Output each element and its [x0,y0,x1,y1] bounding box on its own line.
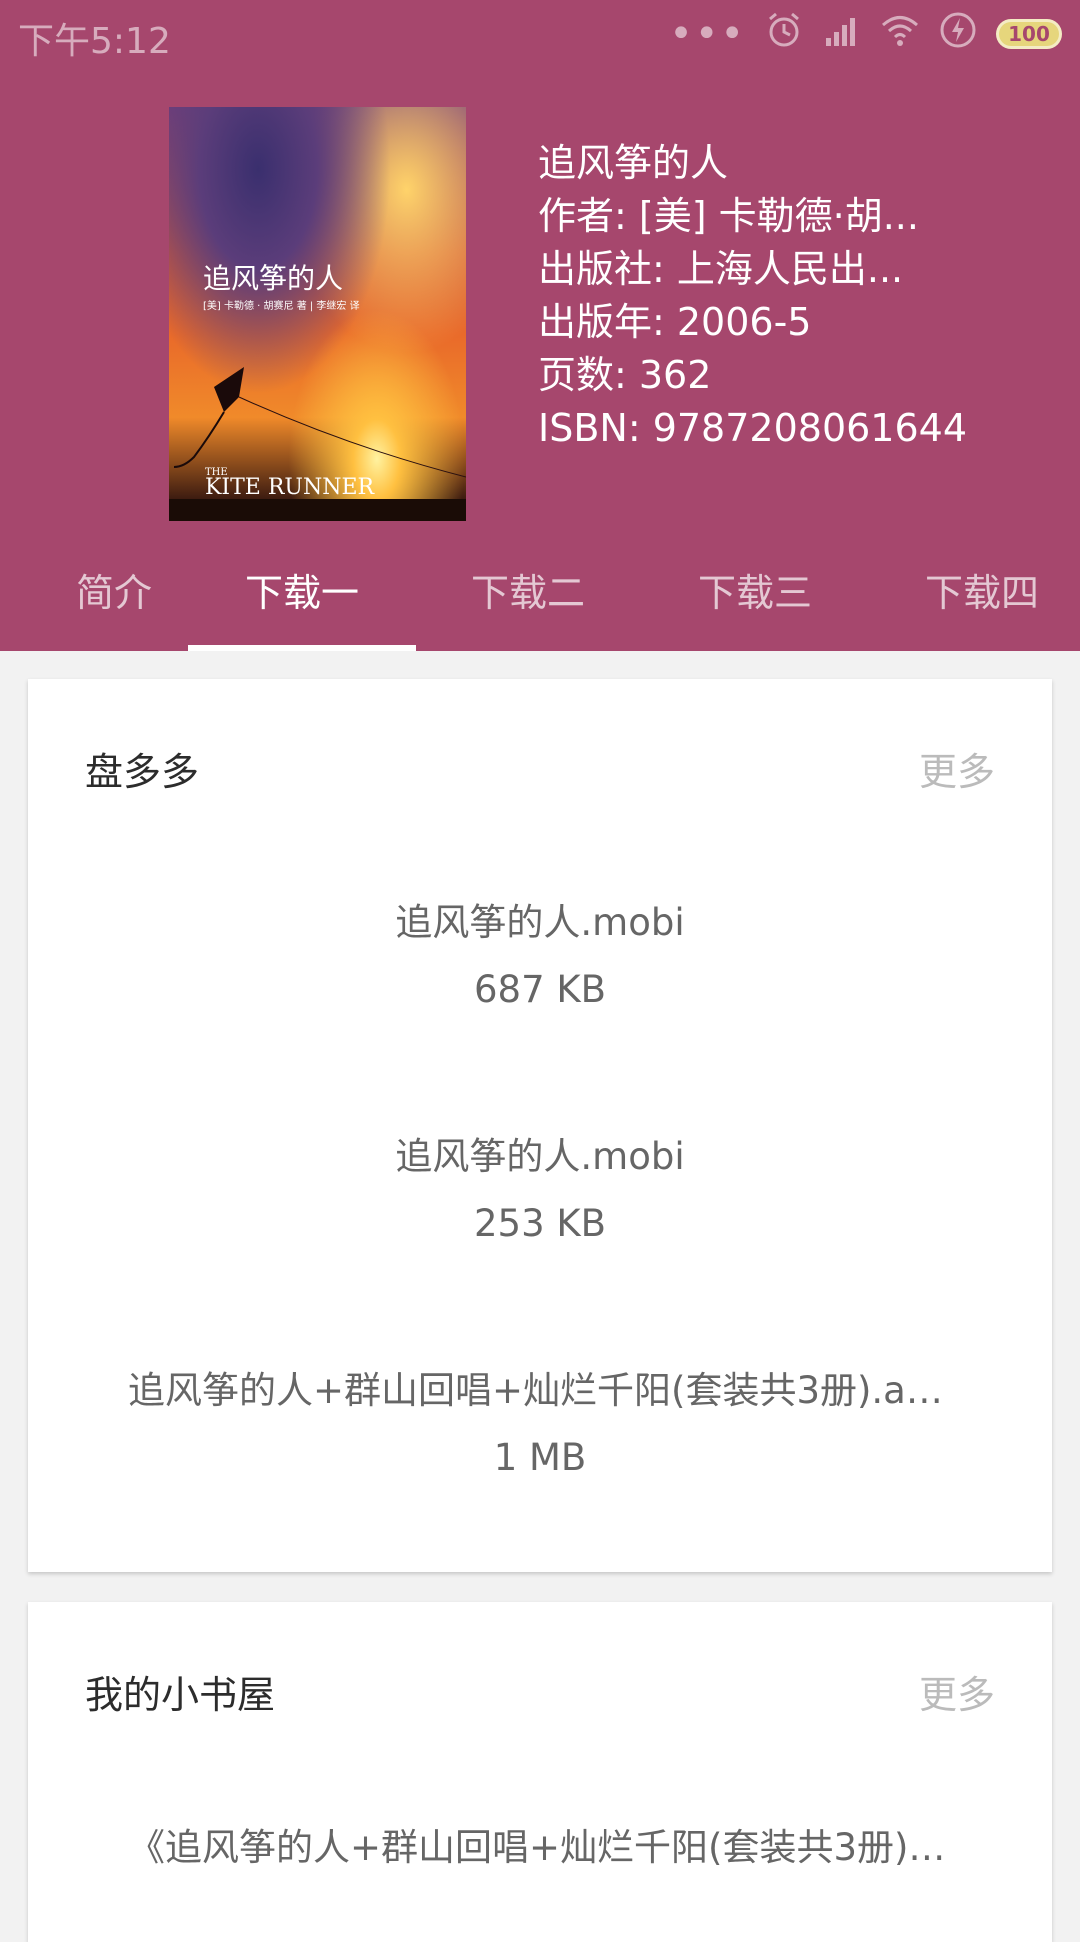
book-author: 作者: [美] 卡勒德·胡... [538,194,919,238]
cover-cn-title: 追风筝的人 [203,262,344,295]
file-name: 《追风筝的人+群山回唱+灿烂千阳(套装共3册)》... [128,1826,981,1869]
tab-bar: 简介 下载一 下载二 下载三 下载四 [0,555,1080,651]
cover-en-title: THE KITE RUNNER [205,467,375,500]
alarm-icon [764,10,804,59]
book-meta: 追风筝的人 作者: [美] 卡勒德·胡... 出版社: 上海人民出... 出版年… [538,137,967,455]
file-item[interactable]: 追风筝的人+群山回唱+灿烂千阳(套装共3册).az... 1 MB [28,1357,1052,1491]
cover-authors: [美] 卡勒德 · 胡赛尼 著 | 李继宏 译 [203,301,360,312]
file-item[interactable]: 追风筝的人.mobi 253 KB [28,1123,1052,1257]
file-size: 253 KB [473,1202,607,1245]
status-icons: ••• 100 [669,12,1062,56]
file-name: 追风筝的人.mobi [395,1135,685,1178]
battery-icon: 100 [996,19,1062,49]
source-name: 盘多多 [85,750,200,794]
book-isbn: ISBN: 9787208061644 [538,406,968,450]
book-publisher: 出版社: 上海人民出... [538,247,904,291]
book-year: 出版年: 2006-5 [538,300,812,344]
book-header: 下午5:12 ••• 100 追风筝的人 [美] 卡勒德 · 胡赛尼 著 | 李 [0,0,1080,651]
source-name: 我的小书屋 [85,1673,276,1717]
source-card-panduoduo: 盘多多 更多 追风筝的人.mobi 687 KB 追风筝的人.mobi 253 … [28,679,1052,1572]
file-size: 687 KB [473,968,607,1011]
source-card-xiaoshuwu: 我的小书屋 更多 《追风筝的人+群山回唱+灿烂千阳(套装共3册)》... [28,1602,1052,1942]
file-name: 追风筝的人.mobi [395,901,685,944]
book-cover-image[interactable]: 追风筝的人 [美] 卡勒德 · 胡赛尼 著 | 李继宏 译 THE KITE R… [169,107,466,521]
file-item[interactable]: 追风筝的人.mobi 687 KB [28,889,1052,1023]
book-pages: 页数: 362 [538,353,712,397]
tab-download-4[interactable]: 下载四 [868,555,1080,651]
cover-ground [169,499,466,521]
tab-download-3[interactable]: 下载三 [641,555,869,651]
more-link[interactable]: 更多 [919,741,995,796]
charging-icon [938,10,978,59]
wifi-icon [880,10,920,59]
status-bar: 下午5:12 ••• 100 [0,0,1080,68]
book-title: 追风筝的人 [538,141,729,185]
status-time: 下午5:12 [18,21,171,62]
more-dots-icon: ••• [669,11,746,57]
file-name: 追风筝的人+群山回唱+灿烂千阳(套装共3册).az... [128,1369,961,1412]
hd-signal-icon [822,10,862,59]
file-item[interactable]: 《追风筝的人+群山回唱+灿烂千阳(套装共3册)》... [28,1814,1052,1881]
tab-download-1[interactable]: 下载一 [188,555,416,651]
file-size: 1 MB [493,1436,587,1479]
more-link[interactable]: 更多 [919,1664,995,1719]
cover-en-title-main: KITE RUNNER [205,475,375,500]
tab-download-2[interactable]: 下载二 [414,555,642,651]
